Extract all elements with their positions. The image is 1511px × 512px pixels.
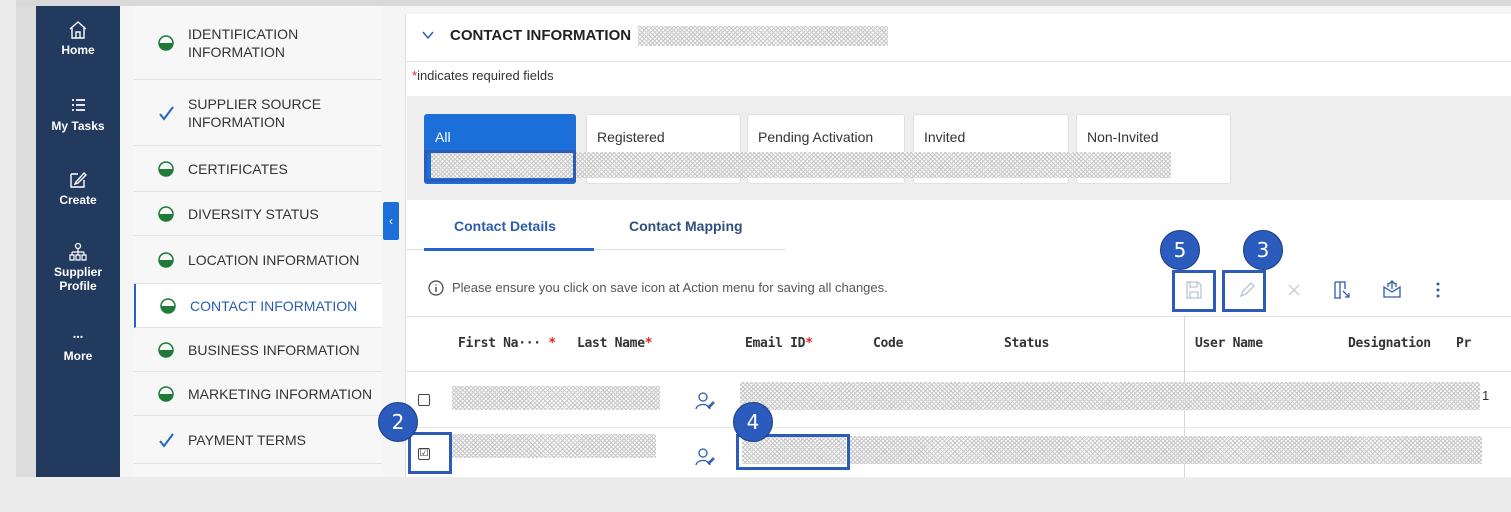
table-header: First Na··· * Last Name* Email ID* Code … bbox=[406, 316, 1511, 372]
col-status[interactable]: Status bbox=[1004, 336, 1049, 351]
rail-label: Create bbox=[59, 193, 97, 207]
step-badge-2: 2 bbox=[378, 402, 418, 442]
col-user-name[interactable]: User Name bbox=[1195, 336, 1263, 351]
status-filter-bar: All Registered Pending Activation Invite… bbox=[407, 96, 1511, 200]
org-icon bbox=[69, 242, 87, 261]
tab-contact-details[interactable]: Contact Details bbox=[454, 218, 556, 234]
rail-item-more[interactable]: More bbox=[36, 332, 120, 363]
half-circle-icon bbox=[160, 297, 176, 314]
rail-item-supplier-profile[interactable]: Supplier Profile bbox=[36, 242, 120, 293]
rail-shadow bbox=[16, 6, 36, 477]
highlight-box bbox=[424, 150, 576, 182]
section-item-diversity[interactable]: DIVERSITY STATUS bbox=[134, 192, 382, 236]
col-email[interactable]: Email ID* bbox=[745, 336, 813, 351]
col-last-name[interactable]: Last Name* bbox=[577, 336, 653, 351]
half-circle-icon bbox=[158, 385, 174, 402]
rail-item-my-tasks[interactable]: My Tasks bbox=[36, 96, 120, 133]
required-note: *indicates required fields bbox=[412, 68, 554, 83]
rail-item-home[interactable]: Home bbox=[36, 20, 120, 57]
step-badge-3: 3 bbox=[1243, 230, 1283, 270]
section-label: CONTACT INFORMATION bbox=[190, 297, 358, 314]
section-item-location[interactable]: LOCATION INFORMATION bbox=[134, 236, 382, 284]
delete-x-icon[interactable] bbox=[1282, 278, 1306, 302]
highlight-box-save bbox=[1172, 270, 1216, 312]
col-first-name[interactable]: First Na··· * bbox=[458, 336, 556, 351]
nav-rail: Home My Tasks Create Supplier Profile Mo… bbox=[36, 6, 120, 477]
section-label: DIVERSITY STATUS bbox=[188, 205, 319, 222]
step-badge-4: 4 bbox=[733, 402, 773, 442]
rail-label: Supplier Profile bbox=[53, 265, 102, 293]
highlight-box-edit bbox=[1222, 270, 1266, 312]
table-row: ☑ bbox=[406, 428, 1511, 484]
more-vertical-icon[interactable] bbox=[1426, 278, 1450, 302]
section-item-identification[interactable]: IDENTIFICATION INFORMATION bbox=[134, 6, 382, 80]
more-icon bbox=[73, 335, 83, 339]
info-bar: Please ensure you click on save icon at … bbox=[406, 266, 1511, 316]
section-label: IDENTIFICATION INFORMATION bbox=[188, 25, 299, 60]
section-label: CERTIFICATES bbox=[188, 160, 288, 177]
tab-underline bbox=[424, 248, 594, 251]
col-pr[interactable]: Pr bbox=[1456, 336, 1471, 351]
half-circle-icon bbox=[158, 34, 174, 51]
half-circle-icon bbox=[158, 251, 174, 268]
section-item-payment-terms[interactable]: PAYMENT TERMS bbox=[134, 416, 382, 464]
mail-send-icon[interactable] bbox=[1380, 278, 1404, 302]
redacted-name bbox=[452, 434, 656, 458]
export-icon[interactable] bbox=[1330, 278, 1354, 302]
redacted-details bbox=[848, 436, 1482, 464]
highlight-box-checkbox bbox=[408, 432, 452, 474]
section-label: PAYMENT TERMS bbox=[188, 431, 306, 448]
section-header[interactable]: CONTACT INFORMATION bbox=[406, 14, 1511, 62]
tab-contact-mapping[interactable]: Contact Mapping bbox=[629, 218, 743, 234]
redacted-area bbox=[638, 26, 888, 46]
contact-person-icon[interactable] bbox=[694, 390, 716, 412]
table-row: 1 bbox=[406, 372, 1511, 428]
half-circle-icon bbox=[158, 205, 174, 222]
redacted-details bbox=[740, 382, 1480, 410]
info-message: Please ensure you click on save icon at … bbox=[452, 280, 888, 295]
col-designation[interactable]: Designation bbox=[1348, 336, 1431, 351]
section-item-business[interactable]: BUSINESS INFORMATION bbox=[134, 328, 382, 372]
rail-label: More bbox=[63, 349, 93, 363]
section-label: BUSINESS INFORMATION bbox=[188, 341, 360, 358]
check-icon bbox=[159, 105, 174, 121]
contact-person-icon[interactable] bbox=[694, 446, 716, 468]
check-icon bbox=[159, 432, 174, 448]
rail-label: My Tasks bbox=[51, 119, 105, 133]
rail-label: Home bbox=[61, 43, 95, 57]
section-item-contact[interactable]: CONTACT INFORMATION bbox=[134, 284, 382, 328]
info-icon bbox=[428, 280, 444, 296]
chevron-down-icon[interactable] bbox=[422, 30, 434, 40]
section-item-marketing[interactable]: MARKETING INFORMATION bbox=[134, 372, 382, 416]
section-label: SUPPLIER SOURCE INFORMATION bbox=[188, 95, 322, 130]
page-title: CONTACT INFORMATION bbox=[450, 27, 632, 44]
subtab-bar: Contact Details Contact Mapping bbox=[406, 200, 1511, 252]
section-item-supplier-source[interactable]: SUPPLIER SOURCE INFORMATION bbox=[134, 80, 382, 146]
edit-icon bbox=[70, 171, 87, 188]
row-checkbox[interactable] bbox=[418, 394, 430, 406]
section-label: LOCATION INFORMATION bbox=[188, 251, 360, 268]
section-item-certificates[interactable]: CERTIFICATES bbox=[134, 146, 382, 192]
step-badge-5: 5 bbox=[1160, 230, 1200, 270]
list-icon bbox=[72, 99, 85, 111]
row-tail-value: 1 bbox=[1482, 388, 1490, 403]
rail-item-create[interactable]: Create bbox=[36, 170, 120, 207]
redacted-name bbox=[452, 386, 660, 410]
main-panel: CONTACT INFORMATION *indicates required … bbox=[405, 14, 1511, 477]
home-icon bbox=[69, 21, 87, 39]
collapse-panel-button[interactable]: ‹ bbox=[383, 202, 399, 240]
section-label: MARKETING INFORMATION bbox=[188, 385, 373, 402]
col-code[interactable]: Code bbox=[873, 336, 903, 351]
half-circle-icon bbox=[158, 160, 174, 177]
chevron-left-icon: ‹ bbox=[389, 214, 393, 228]
section-list: IDENTIFICATION INFORMATION SUPPLIER SOUR… bbox=[134, 6, 382, 477]
half-circle-icon bbox=[158, 341, 174, 358]
